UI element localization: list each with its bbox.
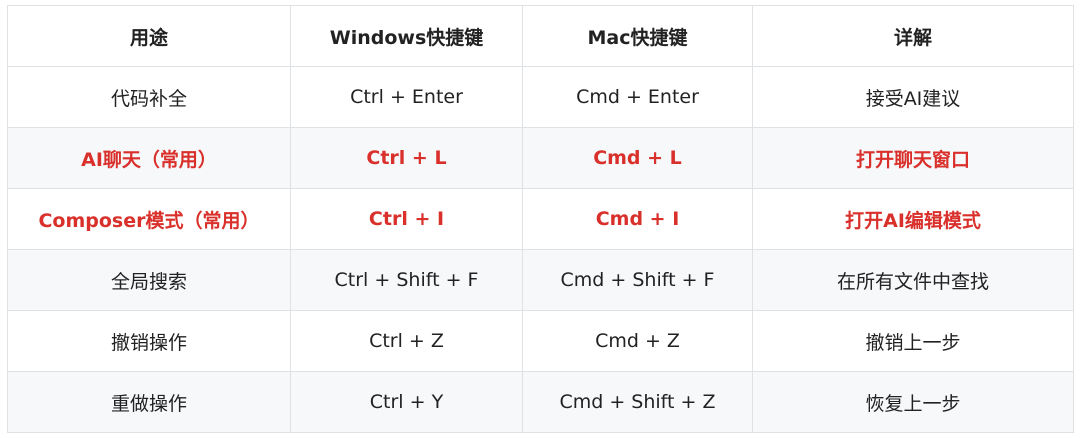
cell-mac-shortcut: Cmd + Z — [522, 310, 753, 372]
cell-details: 打开聊天窗口 — [752, 127, 1074, 189]
cell-details: 撤销上一步 — [752, 310, 1074, 372]
table-header-row: 用途 Windows快捷键 Mac快捷键 详解 — [7, 5, 1074, 67]
table-row: AI聊天（常用） Ctrl + L Cmd + L 打开聊天窗口 — [7, 127, 1074, 189]
cell-mac-shortcut: Cmd + Shift + Z — [522, 371, 753, 433]
table-row: Composer模式（常用） Ctrl + I Cmd + I 打开AI编辑模式 — [7, 188, 1074, 250]
shortcut-table-container: 用途 Windows快捷键 Mac快捷键 详解 代码补全 Ctrl + Ente… — [7, 5, 1074, 433]
cell-windows-shortcut: Ctrl + Z — [290, 310, 523, 372]
table-row: 撤销操作 Ctrl + Z Cmd + Z 撤销上一步 — [7, 310, 1074, 372]
cell-purpose: AI聊天（常用） — [7, 127, 291, 189]
cell-details: 接受AI建议 — [752, 66, 1074, 128]
cell-mac-shortcut: Cmd + Enter — [522, 66, 753, 128]
cell-purpose: 撤销操作 — [7, 310, 291, 372]
header-windows-shortcut: Windows快捷键 — [290, 5, 523, 67]
cell-mac-shortcut: Cmd + I — [522, 188, 753, 250]
cell-mac-shortcut: Cmd + L — [522, 127, 753, 189]
cell-details: 打开AI编辑模式 — [752, 188, 1074, 250]
cell-purpose: 重做操作 — [7, 371, 291, 433]
cell-windows-shortcut: Ctrl + I — [290, 188, 523, 250]
header-details: 详解 — [752, 5, 1074, 67]
table-row: 全局搜索 Ctrl + Shift + F Cmd + Shift + F 在所… — [7, 249, 1074, 311]
cell-details: 恢复上一步 — [752, 371, 1074, 433]
cell-details: 在所有文件中查找 — [752, 249, 1074, 311]
cell-purpose: 全局搜索 — [7, 249, 291, 311]
cell-windows-shortcut: Ctrl + Y — [290, 371, 523, 433]
cell-mac-shortcut: Cmd + Shift + F — [522, 249, 753, 311]
header-purpose: 用途 — [7, 5, 291, 67]
cell-purpose: Composer模式（常用） — [7, 188, 291, 250]
cell-windows-shortcut: Ctrl + L — [290, 127, 523, 189]
cell-purpose: 代码补全 — [7, 66, 291, 128]
table-row: 重做操作 Ctrl + Y Cmd + Shift + Z 恢复上一步 — [7, 371, 1074, 433]
table-row: 代码补全 Ctrl + Enter Cmd + Enter 接受AI建议 — [7, 66, 1074, 128]
cell-windows-shortcut: Ctrl + Enter — [290, 66, 523, 128]
cell-windows-shortcut: Ctrl + Shift + F — [290, 249, 523, 311]
header-mac-shortcut: Mac快捷键 — [522, 5, 753, 67]
shortcut-table: 用途 Windows快捷键 Mac快捷键 详解 代码补全 Ctrl + Ente… — [7, 5, 1074, 433]
